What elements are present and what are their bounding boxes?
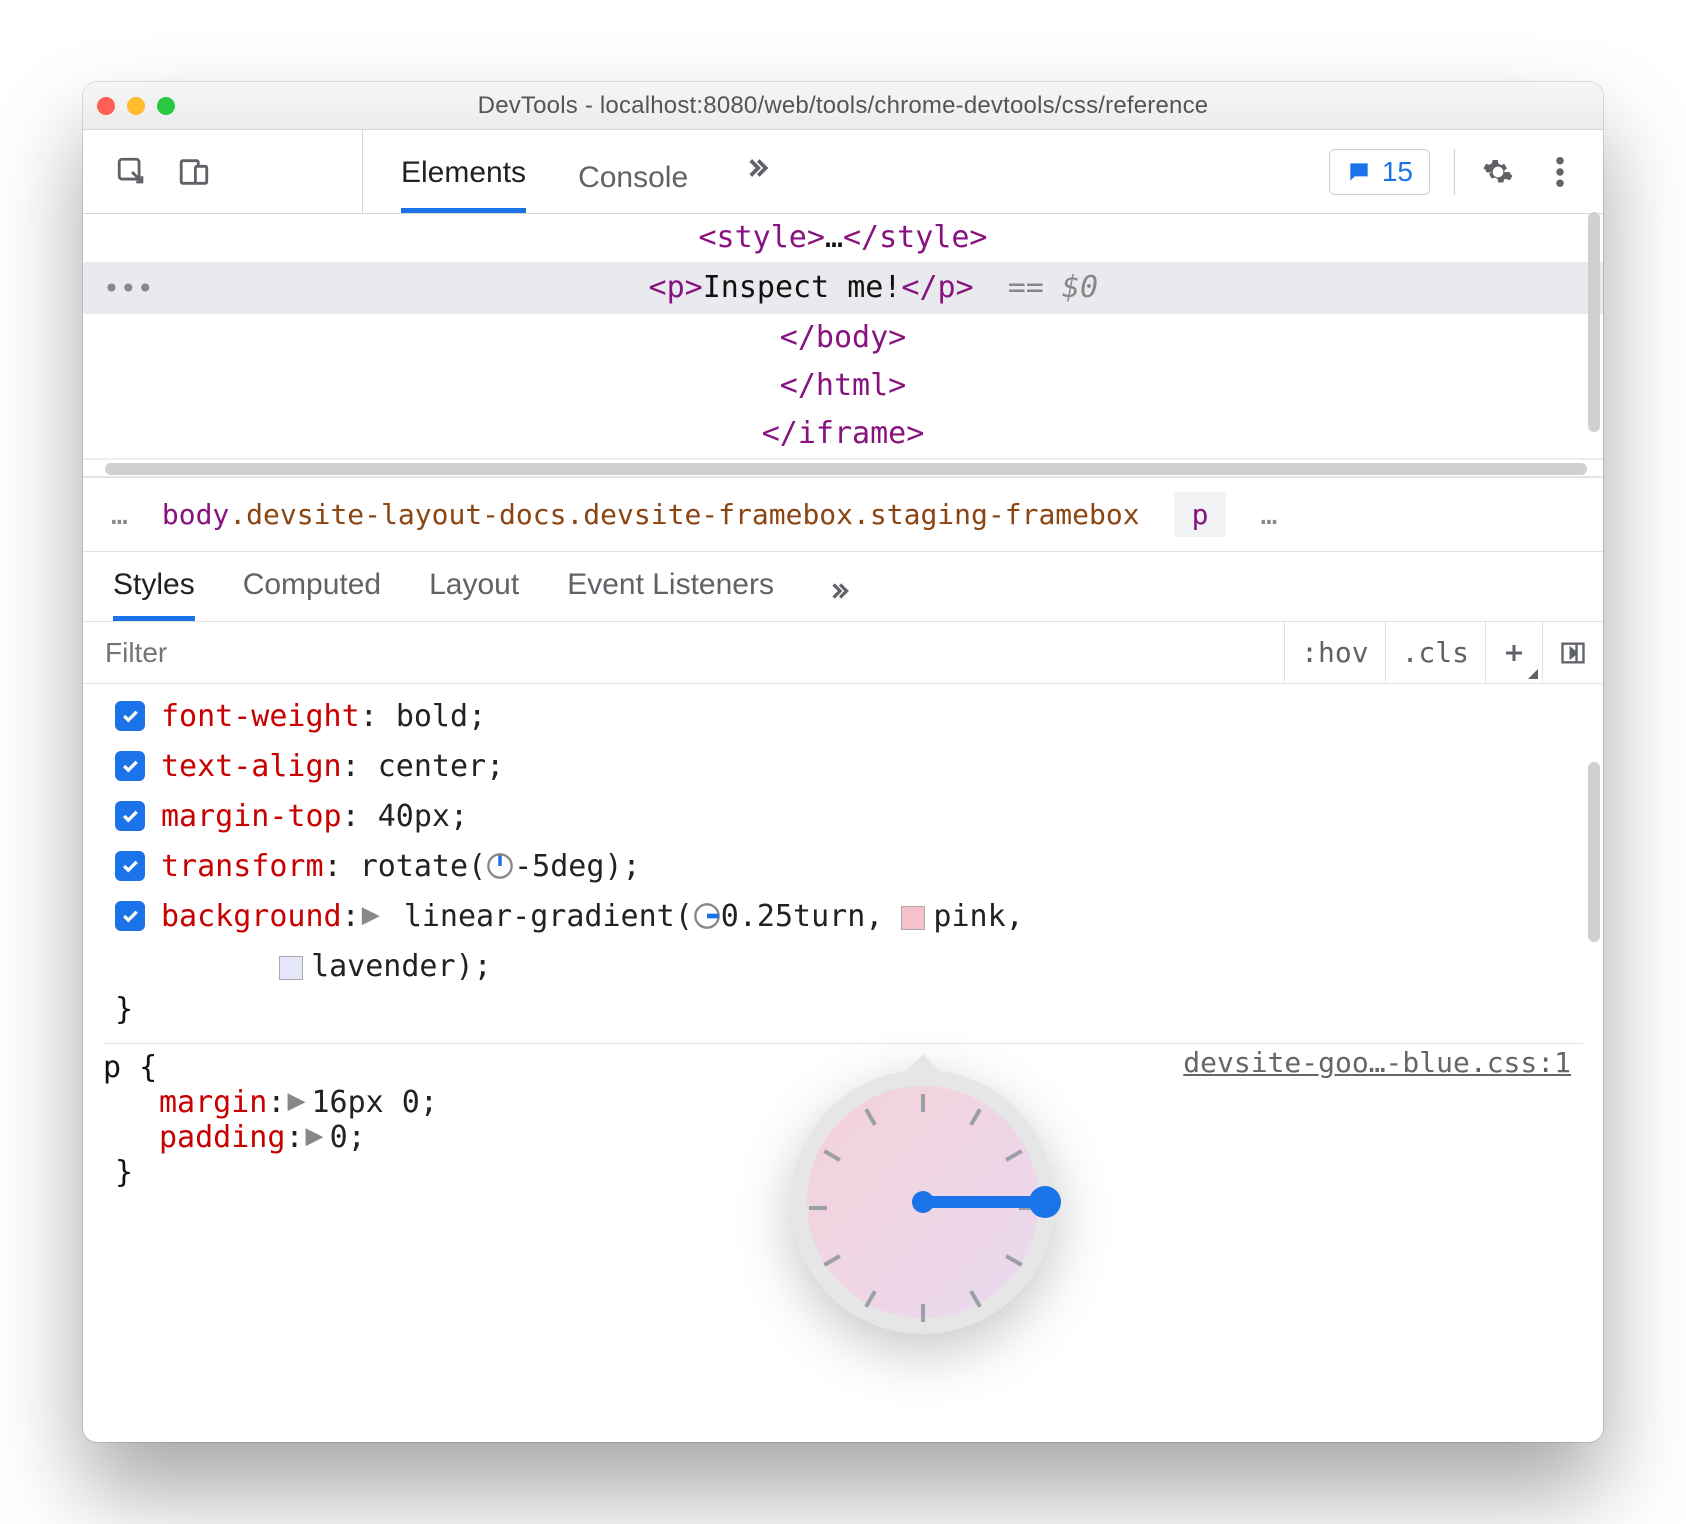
devtools-toolbar: Elements Console 15 bbox=[83, 130, 1603, 214]
tab-computed[interactable]: Computed bbox=[243, 568, 381, 621]
tab-console[interactable]: Console bbox=[578, 161, 688, 213]
console-ref: == $0 bbox=[1008, 270, 1098, 305]
hov-toggle[interactable]: :hov bbox=[1284, 622, 1384, 683]
tab-elements[interactable]: Elements bbox=[401, 156, 526, 213]
dom-line[interactable]: <style>…</style> bbox=[83, 214, 1603, 262]
checkbox-icon[interactable] bbox=[115, 801, 145, 831]
angle-swatch-icon[interactable] bbox=[693, 896, 721, 924]
source-link[interactable]: devsite-goo…-blue.css:1 bbox=[1183, 1046, 1571, 1079]
more-menu-icon[interactable] bbox=[1541, 154, 1579, 190]
zoom-window-button[interactable] bbox=[157, 97, 175, 115]
breadcrumb-overflow-left[interactable]: … bbox=[111, 498, 128, 531]
expand-icon[interactable]: ▶ bbox=[306, 1118, 324, 1153]
issues-button[interactable]: 15 bbox=[1329, 149, 1430, 195]
checkbox-icon[interactable] bbox=[115, 701, 145, 731]
dom-tag: <p> bbox=[649, 270, 703, 305]
color-swatch-icon[interactable] bbox=[279, 956, 303, 980]
dom-tag: </style> bbox=[843, 220, 988, 255]
angle-hub bbox=[912, 1191, 934, 1213]
dom-selected-row[interactable]: ••• <p>Inspect me!</p> == $0 bbox=[83, 262, 1603, 314]
vertical-scrollbar[interactable] bbox=[1588, 762, 1600, 942]
styles-subtabs: Styles Computed Layout Event Listeners bbox=[83, 552, 1603, 622]
window-title: DevTools - localhost:8080/web/tools/chro… bbox=[229, 92, 1457, 120]
tab-styles[interactable]: Styles bbox=[113, 568, 195, 621]
panel-tabs: Elements Console bbox=[363, 130, 1303, 213]
breadcrumb-overflow-right[interactable]: … bbox=[1260, 498, 1277, 531]
device-toolbar-icon[interactable] bbox=[175, 154, 213, 190]
more-subtabs-icon[interactable] bbox=[822, 578, 856, 612]
css-declaration[interactable]: background:▶ linear-gradient(0.25turn, p… bbox=[103, 892, 1583, 992]
settings-icon[interactable] bbox=[1479, 154, 1517, 190]
horizontal-scrollbar[interactable] bbox=[83, 458, 1603, 476]
checkbox-icon[interactable] bbox=[115, 901, 145, 931]
angle-swatch-icon[interactable] bbox=[486, 846, 514, 874]
rule-close-brace: } bbox=[103, 992, 1583, 1027]
dom-tag[interactable]: </body> bbox=[780, 320, 906, 355]
angle-editor-popup[interactable] bbox=[773, 1070, 1073, 1334]
vertical-scrollbar[interactable] bbox=[1588, 212, 1600, 432]
dom-tag[interactable]: </html> bbox=[780, 368, 906, 403]
computed-sidebar-toggle-icon[interactable] bbox=[1542, 622, 1603, 683]
breadcrumb[interactable]: … body.devsite-layout-docs.devsite-frame… bbox=[83, 477, 1603, 552]
minimize-window-button[interactable] bbox=[127, 97, 145, 115]
styles-filter-input[interactable] bbox=[83, 637, 1284, 669]
angle-dial[interactable] bbox=[791, 1070, 1055, 1334]
more-tabs-icon[interactable] bbox=[740, 153, 774, 191]
breadcrumb-selected[interactable]: p bbox=[1174, 492, 1227, 537]
color-swatch-icon[interactable] bbox=[901, 906, 925, 930]
breadcrumb-body[interactable]: body.devsite-layout-docs.devsite-framebo… bbox=[162, 498, 1140, 531]
inspect-element-icon[interactable] bbox=[113, 154, 151, 190]
dom-tag: </p> bbox=[901, 270, 973, 305]
tab-layout[interactable]: Layout bbox=[429, 568, 519, 621]
css-declaration[interactable]: text-align: center; bbox=[103, 742, 1583, 792]
tab-event-listeners[interactable]: Event Listeners bbox=[567, 568, 774, 621]
divider bbox=[1454, 149, 1455, 195]
styles-filter-row: :hov .cls bbox=[83, 622, 1603, 684]
dom-text: … bbox=[825, 220, 843, 255]
expand-icon[interactable]: ▶ bbox=[362, 890, 380, 940]
angle-hand[interactable] bbox=[923, 1196, 1055, 1208]
traffic-lights bbox=[97, 97, 217, 115]
issues-count: 15 bbox=[1382, 156, 1413, 188]
css-declaration[interactable]: margin-top: 40px; bbox=[103, 792, 1583, 842]
close-window-button[interactable] bbox=[97, 97, 115, 115]
checkbox-icon[interactable] bbox=[115, 751, 145, 781]
css-declaration[interactable]: font-weight: bold; bbox=[103, 692, 1583, 742]
cls-toggle[interactable]: .cls bbox=[1385, 622, 1485, 683]
dom-tree[interactable]: <style>…</style> ••• <p>Inspect me!</p> … bbox=[83, 214, 1603, 477]
new-style-rule-button[interactable] bbox=[1485, 622, 1542, 683]
dom-tag: <style> bbox=[699, 220, 825, 255]
dom-text: Inspect me! bbox=[703, 270, 902, 305]
dom-tag[interactable]: </iframe> bbox=[762, 416, 925, 451]
checkbox-icon[interactable] bbox=[115, 851, 145, 881]
expand-icon[interactable]: ▶ bbox=[287, 1083, 305, 1118]
css-declaration[interactable]: transform: rotate(-5deg); bbox=[103, 842, 1583, 892]
devtools-window: DevTools - localhost:8080/web/tools/chro… bbox=[83, 82, 1603, 1442]
mac-titlebar: DevTools - localhost:8080/web/tools/chro… bbox=[83, 82, 1603, 130]
collapse-toggle-icon[interactable]: ••• bbox=[103, 272, 154, 305]
